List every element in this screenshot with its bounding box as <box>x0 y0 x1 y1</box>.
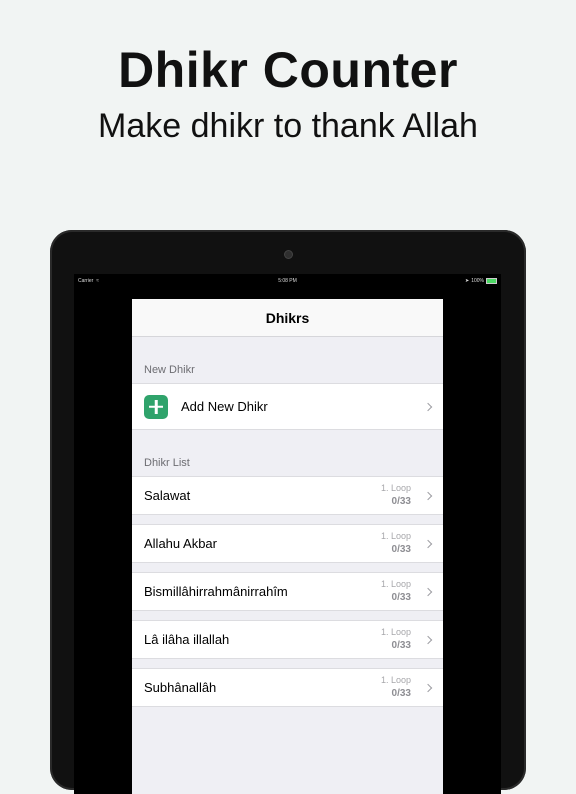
location-icon: ➤ <box>465 278 470 284</box>
dhikr-count: 0/33 <box>391 640 411 651</box>
dhikr-loop: 1. Loop <box>380 579 411 589</box>
dhikr-count: 0/33 <box>391 544 411 555</box>
section-header-new: New Dhikr <box>144 364 195 376</box>
battery-icon <box>486 278 497 284</box>
promo-headline: Dhikr Counter Make dhikr to thank Allah <box>0 40 576 148</box>
dhikr-row-salawat[interactable]: Salawat 1. Loop 0/33 <box>132 476 443 515</box>
dhikr-count: 0/33 <box>391 592 411 603</box>
dhikr-row-la-ilaha[interactable]: Lâ ilâha illallah 1. Loop 0/33 <box>132 620 443 659</box>
promo-subtitle: Make dhikr to thank Allah <box>98 107 478 145</box>
dhikr-name: Allahu Akbar <box>144 536 217 551</box>
dhikrs-sheet: Dhikrs New Dhikr Add New Dhikr Dhikr Lis… <box>132 299 443 794</box>
dhikr-name: Lâ ilâha illallah <box>144 632 230 647</box>
dhikr-loop: 1. Loop <box>380 531 411 541</box>
dhikr-loop: 1. Loop <box>380 675 411 685</box>
chevron-right-icon <box>423 491 433 500</box>
device-screen: Carrier ≈ 5:08 PM ➤ 100% Dhikrs New Dhik… <box>74 274 501 794</box>
dhikr-name: Salawat <box>144 488 191 503</box>
battery-percent: 100% <box>471 278 484 284</box>
add-new-dhikr-row[interactable]: Add New Dhikr <box>132 383 443 430</box>
nav-bar: Dhikrs <box>132 299 443 337</box>
dhikr-row-allahu-akbar[interactable]: Allahu Akbar 1. Loop 0/33 <box>132 524 443 563</box>
dhikr-name: Bismillâhirrahmânirrahîm <box>144 584 288 599</box>
ipad-frame: Carrier ≈ 5:08 PM ➤ 100% Dhikrs New Dhik… <box>50 230 526 794</box>
nav-title: Dhikrs <box>265 309 310 326</box>
chevron-right-icon <box>423 683 433 692</box>
section-header-list: Dhikr List <box>144 457 190 469</box>
chevron-right-icon <box>423 635 433 644</box>
status-time: 5:08 PM <box>278 278 297 284</box>
dhikr-loop: 1. Loop <box>380 483 411 493</box>
chevron-right-icon <box>423 539 433 548</box>
dhikr-progress: 1. Loop 0/33 <box>381 626 411 653</box>
dhikr-progress: 1. Loop 0/33 <box>381 530 411 557</box>
dhikr-progress: 1. Loop 0/33 <box>381 578 411 605</box>
status-bar: Carrier ≈ 5:08 PM ➤ 100% <box>74 274 501 288</box>
add-new-dhikr-label: Add New Dhikr <box>181 399 268 414</box>
chevron-right-icon <box>423 402 433 411</box>
camera-icon <box>284 250 293 259</box>
dhikr-loop: 1. Loop <box>380 627 411 637</box>
dhikr-count: 0/33 <box>391 496 411 507</box>
dhikr-progress: 1. Loop 0/33 <box>381 674 411 701</box>
dhikr-count: 0/33 <box>391 688 411 699</box>
plus-icon <box>144 394 168 419</box>
promo-title: Dhikr Counter <box>118 42 458 98</box>
chevron-right-icon <box>423 587 433 596</box>
dhikr-row-bismillah[interactable]: Bismillâhirrahmânirrahîm 1. Loop 0/33 <box>132 572 443 611</box>
dhikr-row-subhanallah[interactable]: Subhânallâh 1. Loop 0/33 <box>132 668 443 707</box>
dhikr-name: Subhânallâh <box>144 680 217 695</box>
dhikr-progress: 1. Loop 0/33 <box>381 482 411 509</box>
